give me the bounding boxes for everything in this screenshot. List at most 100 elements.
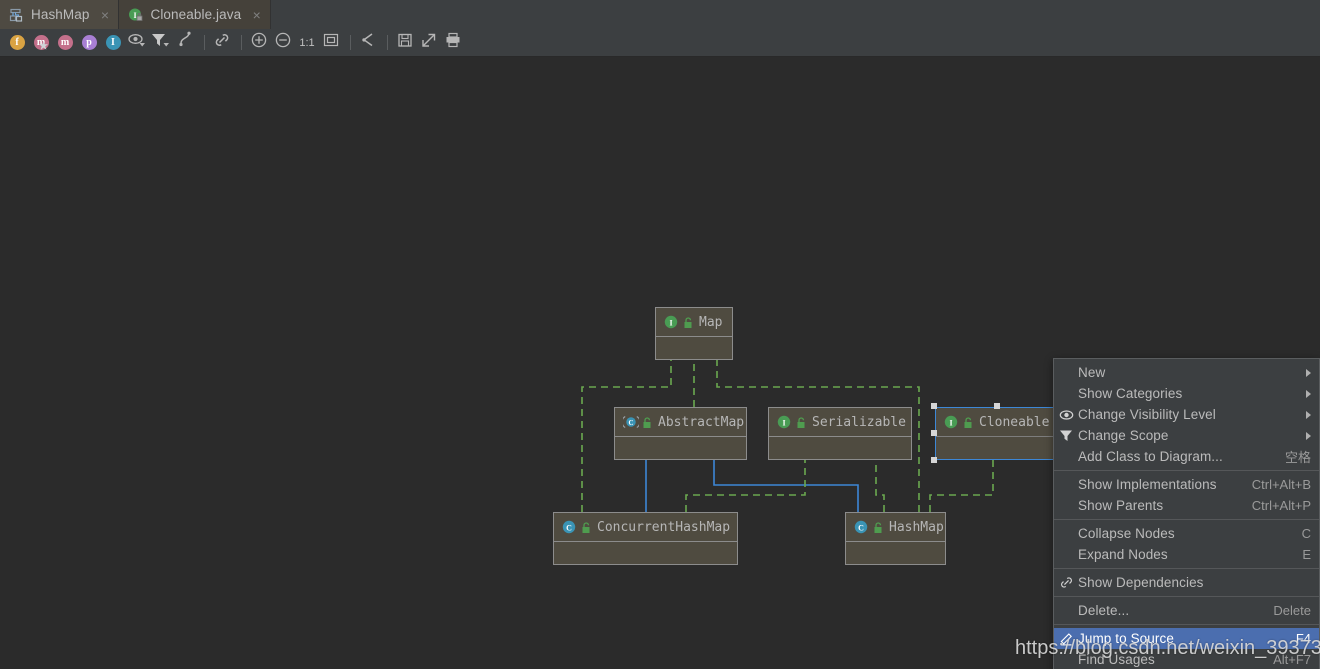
node-map[interactable]: I Map xyxy=(655,307,733,360)
tab-label: Cloneable.java xyxy=(150,7,242,22)
show-dependencies-button[interactable] xyxy=(211,32,233,54)
toolbar-separator xyxy=(387,35,388,50)
fields-icon: f xyxy=(9,35,25,50)
toolbar-separator xyxy=(204,35,205,50)
menu-separator xyxy=(1054,624,1319,625)
menu-item-label: New xyxy=(1078,365,1106,380)
chevron-right-icon xyxy=(1306,368,1311,377)
context-menu[interactable]: New Show Categories Change Visibility Le… xyxy=(1053,358,1320,669)
layout-graph-icon xyxy=(359,31,377,54)
menu-item-label: Delete... xyxy=(1078,603,1130,618)
funnel-icon xyxy=(151,32,171,53)
menu-item-label: Expand Nodes xyxy=(1078,547,1168,562)
diagram-editor-window: HashMap × I Cloneable.java × f m m p I 1… xyxy=(0,0,1320,669)
menu-item-show-parents[interactable]: Show Parents Ctrl+Alt+P xyxy=(1054,495,1319,516)
svg-text:I: I xyxy=(949,418,952,427)
menu-item-collapse-nodes[interactable]: Collapse Nodes C xyxy=(1054,523,1319,544)
fit-content-button[interactable] xyxy=(320,32,342,54)
resize-handle-w[interactable] xyxy=(931,430,937,436)
properties-icon: p xyxy=(81,35,97,50)
node-title: HashMap xyxy=(889,519,944,535)
tab-hashmap[interactable]: HashMap × xyxy=(0,0,120,29)
tab-cloneable-java[interactable]: I Cloneable.java × xyxy=(119,0,272,29)
menu-icon-slot xyxy=(1054,600,1078,621)
menu-item-delete[interactable]: Delete... Delete xyxy=(1054,600,1319,621)
chevron-right-icon xyxy=(1306,431,1311,440)
tab-label: HashMap xyxy=(31,7,90,22)
menu-item-show-implementations[interactable]: Show Implementations Ctrl+Alt+B xyxy=(1054,474,1319,495)
menu-item-change-scope[interactable]: Change Scope xyxy=(1054,425,1319,446)
interface-icon: I xyxy=(944,415,958,429)
menu-separator xyxy=(1054,470,1319,471)
change-visibility-level-button[interactable] xyxy=(126,32,148,54)
uml-diagram-icon xyxy=(9,7,25,23)
watermark-text: https://blog.csdn.net/weixin_39373817 xyxy=(1015,637,1320,659)
close-icon[interactable]: × xyxy=(251,8,262,22)
zoom-in-button[interactable] xyxy=(248,32,270,54)
node-body xyxy=(769,437,911,488)
menu-icon-slot xyxy=(1054,544,1078,565)
menu-item-accelerator: C xyxy=(1301,526,1311,541)
export-button[interactable] xyxy=(418,32,440,54)
menu-item-accelerator: Ctrl+Alt+P xyxy=(1251,498,1311,513)
node-body xyxy=(554,542,737,593)
show-methods-button[interactable]: m xyxy=(54,32,76,54)
resize-handle-sw[interactable] xyxy=(931,457,937,463)
link-icon xyxy=(213,31,231,54)
menu-item-add-class-to-diagram[interactable]: Add Class to Diagram... 空格 xyxy=(1054,446,1319,467)
change-scope-button[interactable] xyxy=(150,32,172,54)
node-abstractmap[interactable]: C AbstractMap xyxy=(614,407,747,460)
node-header: I Map xyxy=(656,308,732,337)
node-body xyxy=(936,437,1059,488)
resize-handle-n[interactable] xyxy=(994,403,1000,409)
lock-public-icon xyxy=(796,416,807,428)
layout-button[interactable] xyxy=(357,32,379,54)
chevron-right-icon xyxy=(1306,410,1311,419)
interface-icon: I xyxy=(664,315,678,329)
edges-button[interactable] xyxy=(174,31,196,54)
menu-separator xyxy=(1054,568,1319,569)
menu-separator xyxy=(1054,596,1319,597)
show-properties-button[interactable]: p xyxy=(78,32,100,54)
svg-text:C: C xyxy=(628,419,633,427)
save-button[interactable] xyxy=(394,32,416,54)
menu-icon-slot xyxy=(1054,495,1078,516)
print-icon xyxy=(444,31,462,54)
menu-item-accelerator: Ctrl+Alt+B xyxy=(1251,477,1311,492)
menu-item-accelerator: E xyxy=(1302,547,1311,562)
menu-item-accelerator: Delete xyxy=(1273,603,1311,618)
menu-item-label: Add Class to Diagram... xyxy=(1078,449,1223,464)
show-inner-classes-button[interactable]: I xyxy=(102,32,124,54)
node-cloneable[interactable]: I Cloneable xyxy=(935,407,1060,460)
menu-item-show-categories[interactable]: Show Categories xyxy=(1054,383,1319,404)
print-button[interactable] xyxy=(442,32,464,54)
lock-public-icon xyxy=(642,416,653,428)
resize-handle-nw[interactable] xyxy=(931,403,937,409)
menu-item-change-visibility-level[interactable]: Change Visibility Level xyxy=(1054,404,1319,425)
node-body xyxy=(656,337,732,388)
menu-item-label: Show Categories xyxy=(1078,386,1183,401)
show-constructors-button[interactable]: m xyxy=(30,32,52,54)
show-fields-button[interactable]: f xyxy=(6,32,28,54)
svg-text:I: I xyxy=(782,418,785,427)
menu-separator xyxy=(1054,519,1319,520)
menu-item-new[interactable]: New xyxy=(1054,362,1319,383)
funnel-icon xyxy=(1054,425,1078,446)
node-hashmap[interactable]: C HashMap xyxy=(845,512,946,565)
zoom-out-button[interactable] xyxy=(272,32,294,54)
menu-item-show-dependencies[interactable]: Show Dependencies xyxy=(1054,572,1319,593)
svg-text:C: C xyxy=(858,523,864,532)
menu-item-expand-nodes[interactable]: Expand Nodes E xyxy=(1054,544,1319,565)
svg-text:I: I xyxy=(669,318,672,327)
menu-item-label: Show Dependencies xyxy=(1078,575,1204,590)
node-serializable[interactable]: I Serializable xyxy=(768,407,912,460)
menu-item-label: Collapse Nodes xyxy=(1078,526,1175,541)
toolbar-separator xyxy=(241,35,242,50)
svg-text:C: C xyxy=(566,523,572,532)
node-concurrenthashmap[interactable]: C ConcurrentHashMap xyxy=(553,512,738,565)
chevron-right-icon xyxy=(1306,389,1311,398)
export-icon xyxy=(420,31,438,54)
actual-size-button[interactable]: 1:1 xyxy=(296,32,318,54)
menu-item-label: Change Scope xyxy=(1078,428,1169,443)
close-icon[interactable]: × xyxy=(99,8,110,22)
